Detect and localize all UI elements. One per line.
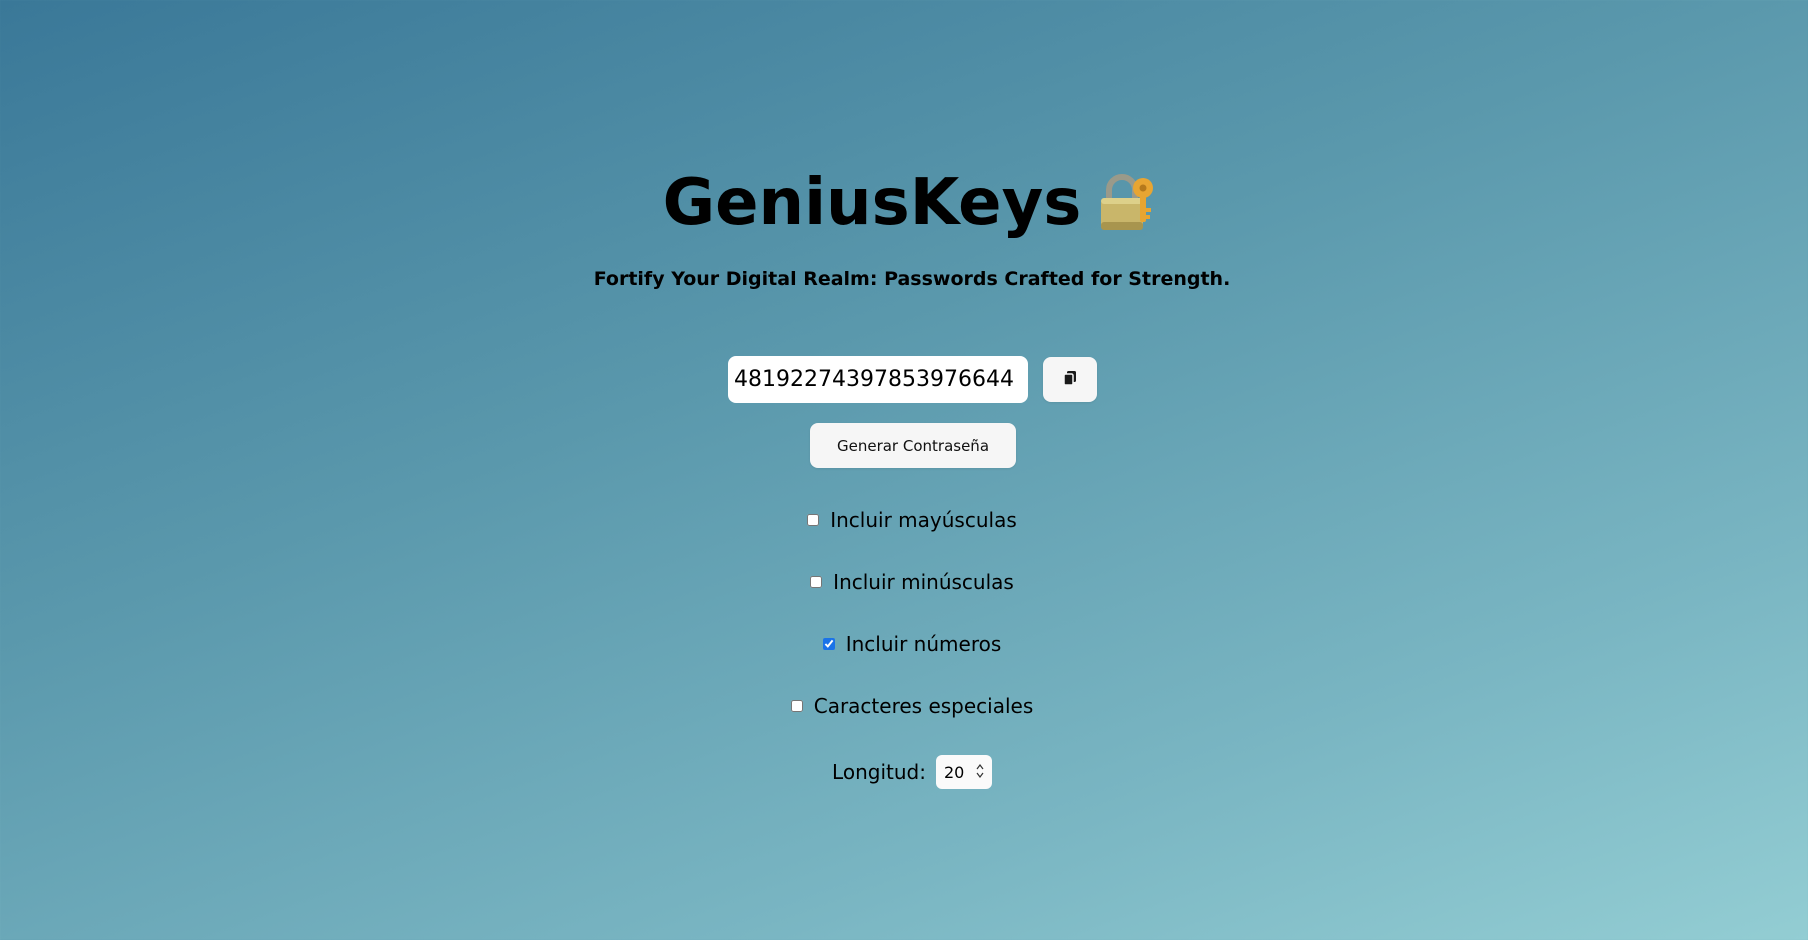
checkbox-special-characters[interactable] xyxy=(790,700,803,712)
app-container: GeniusKeys Fortify Your Digital Realm: P… xyxy=(0,0,1808,940)
checkbox-lowercase[interactable] xyxy=(810,576,823,588)
copy-button[interactable] xyxy=(1043,357,1097,402)
password-row xyxy=(728,356,1097,403)
option-special-characters-label: Caracteres especiales xyxy=(813,694,1034,718)
generate-password-button[interactable]: Generar Contraseña xyxy=(810,423,1016,468)
length-number-input[interactable]: 20 xyxy=(935,755,992,789)
clipboard-copy-icon xyxy=(1062,370,1078,389)
length-label: Longitud: xyxy=(832,760,926,784)
length-value: 20 xyxy=(943,762,965,782)
option-uppercase-label: Incluir mayúsculas xyxy=(830,508,1017,532)
option-uppercase[interactable]: Incluir mayúsculas xyxy=(0,508,1808,532)
length-row: Longitud: 20 xyxy=(0,755,1808,789)
option-special-characters[interactable]: Caracteres especiales xyxy=(0,694,1808,718)
option-lowercase[interactable]: Incluir minúsculas xyxy=(0,570,1808,594)
checkbox-numbers[interactable] xyxy=(822,638,835,650)
subtitle: Fortify Your Digital Realm: Passwords Cr… xyxy=(593,268,1231,290)
page-title: GeniusKeys xyxy=(662,166,1082,240)
checkbox-uppercase[interactable] xyxy=(807,514,820,526)
option-numbers[interactable]: Incluir números xyxy=(0,632,1808,656)
option-lowercase-label: Incluir minúsculas xyxy=(833,570,1014,594)
option-numbers-label: Incluir números xyxy=(845,632,1002,656)
header: GeniusKeys xyxy=(0,170,1808,236)
spinner-arrows-icon[interactable] xyxy=(976,763,984,779)
lock-with-key-icon xyxy=(1095,170,1161,236)
password-output[interactable] xyxy=(728,356,1028,403)
